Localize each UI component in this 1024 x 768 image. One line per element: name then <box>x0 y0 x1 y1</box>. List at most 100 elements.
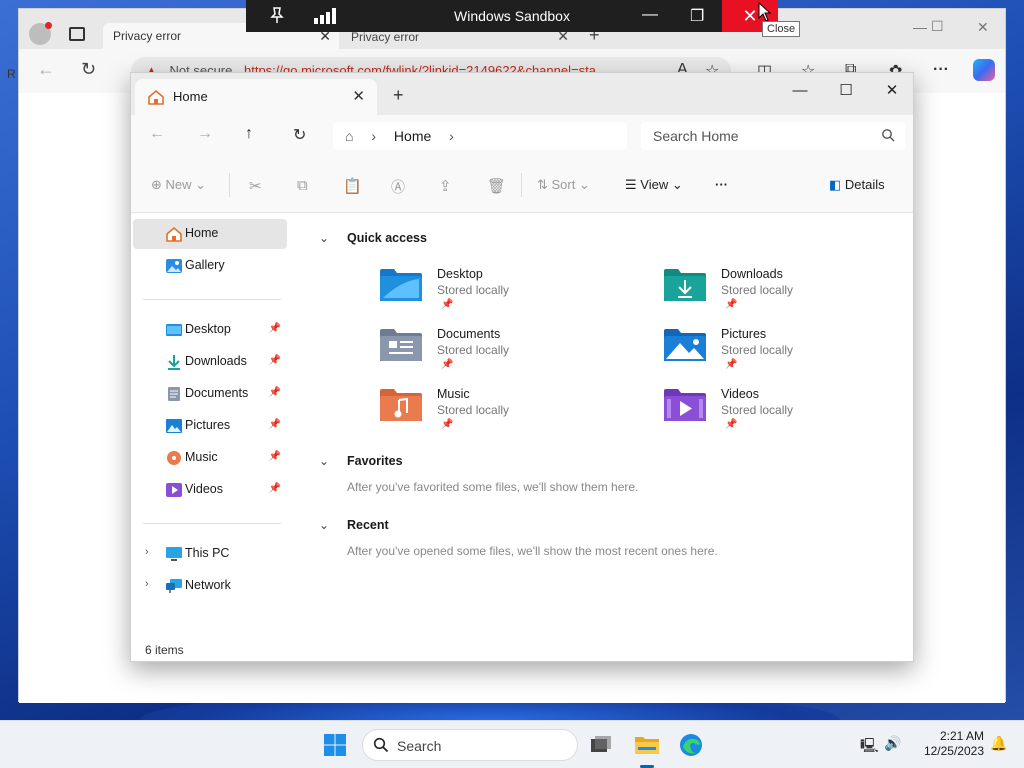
pin-icon: 📌 <box>441 359 454 370</box>
videos-folder-icon <box>166 483 182 497</box>
sidebar-item-downloads[interactable]: Downloads 📌 <box>133 347 287 377</box>
sidebar-item-videos[interactable]: Videos 📌 <box>133 475 287 505</box>
sidebar-item-music[interactable]: Music 📌 <box>133 443 287 473</box>
favorites-title: Favorites <box>347 454 403 468</box>
browser-maximize-icon[interactable]: ☐ <box>931 18 944 35</box>
search-input[interactable]: Search Home <box>641 122 905 150</box>
this-pc-icon <box>166 547 182 561</box>
view-button[interactable]: ☰ View ⌄ <box>625 177 683 193</box>
pin-icon[interactable]: 📌 <box>269 451 281 462</box>
quick-access-item-desktop[interactable]: Desktop Stored locally 📌 <box>379 267 639 321</box>
left-edge-letter: R <box>7 67 16 81</box>
quick-access-item-music[interactable]: Music Stored locally 📌 <box>379 387 639 441</box>
minimize-button[interactable]: — <box>777 77 823 105</box>
chevron-down-icon[interactable]: ⌄ <box>319 231 333 245</box>
chevron-down-icon[interactable]: ⌄ <box>319 454 333 468</box>
pin-icon[interactable]: 📌 <box>269 483 281 494</box>
favorites-header[interactable]: ⌄ Favorites <box>319 454 403 468</box>
chevron-down-icon[interactable]: ⌄ <box>319 518 333 532</box>
home-breadcrumb-icon[interactable]: ⌂ <box>345 128 353 144</box>
sort-button[interactable]: ⇅ Sort ⌄ <box>537 177 590 193</box>
task-view-icon[interactable] <box>588 733 614 757</box>
item-name: Music <box>437 387 470 401</box>
sidebar-label: This PC <box>185 546 230 560</box>
up-arrow-icon[interactable]: ↑ <box>245 125 253 143</box>
taskbar-search-box[interactable]: Search <box>362 729 578 761</box>
cut-icon[interactable]: ✂ <box>249 177 262 195</box>
copilot-icon[interactable] <box>973 59 995 81</box>
explorer-navbar: ← → ↑ ↻ ⌂ › Home › Search Home <box>131 115 913 157</box>
see-more-button[interactable]: ··· <box>715 177 728 192</box>
taskbar-clock[interactable]: 2:21 AM 12/25/2023 <box>904 729 984 759</box>
new-tab-button[interactable]: + <box>393 85 404 106</box>
pin-icon[interactable]: 📌 <box>269 355 281 366</box>
pin-icon[interactable]: 📌 <box>269 419 281 430</box>
quick-access-item-videos[interactable]: Videos Stored locally 📌 <box>663 387 923 441</box>
windows-start-icon[interactable] <box>323 733 347 757</box>
sidebar-item-network[interactable]: › Network <box>133 571 287 601</box>
new-button[interactable]: ⊕ New ⌄ <box>151 177 206 193</box>
sidebar-item-home[interactable]: Home <box>133 219 287 249</box>
view-label: View <box>640 177 669 192</box>
back-arrow-icon[interactable]: ← <box>37 59 55 80</box>
quick-access-header[interactable]: ⌄ Quick access <box>319 231 427 245</box>
search-icon <box>373 737 389 753</box>
pin-icon[interactable]: 📌 <box>269 387 281 398</box>
pin-icon: 📌 <box>441 299 454 310</box>
music-folder-icon <box>167 451 181 465</box>
pin-icon: 📌 <box>441 419 454 430</box>
browser-close-icon[interactable]: ✕ <box>977 19 989 36</box>
tab-actions-icon[interactable] <box>69 27 85 41</box>
sidebar-item-this-pc[interactable]: › This PC <box>133 539 287 569</box>
pin-icon[interactable]: 📌 <box>269 323 281 334</box>
notification-bell-icon[interactable]: 🔔 <box>990 735 1007 752</box>
quick-access-item-pictures[interactable]: Pictures Stored locally 📌 <box>663 327 923 381</box>
refresh-icon[interactable]: ↻ <box>81 59 96 80</box>
forward-arrow-icon[interactable]: → <box>197 125 213 143</box>
quick-access-item-documents[interactable]: Documents Stored locally 📌 <box>379 327 639 381</box>
refresh-icon[interactable]: ↻ <box>293 125 306 145</box>
sidebar-item-gallery[interactable]: Gallery <box>133 251 287 281</box>
quick-access-item-downloads[interactable]: Downloads Stored locally 📌 <box>663 267 923 321</box>
address-breadcrumb[interactable]: ⌂ › Home › <box>333 122 627 150</box>
sidebar-item-documents[interactable]: Documents 📌 <box>133 379 287 409</box>
delete-icon[interactable]: 🗑 <box>487 177 506 195</box>
sandbox-minimize-icon[interactable]: — <box>642 6 658 24</box>
browser-minimize-icon[interactable]: — <box>913 19 927 35</box>
close-tab-icon[interactable]: ✕ <box>352 87 365 105</box>
settings-more-icon[interactable]: ··· <box>933 61 949 79</box>
item-sub: Stored locally <box>437 403 510 417</box>
clock-time: 2:21 AM <box>939 729 984 743</box>
file-explorer-taskbar-icon[interactable] <box>634 733 660 757</box>
sandbox-restore-icon[interactable]: ❐ <box>690 6 704 26</box>
pin-icon: 📌 <box>725 419 738 430</box>
chevron-right-icon[interactable]: › <box>145 546 149 558</box>
breadcrumb-home[interactable]: Home <box>394 128 431 144</box>
pen-display-icon[interactable]: 🖳 <box>860 735 879 759</box>
back-arrow-icon[interactable]: ← <box>149 125 165 143</box>
share-icon[interactable]: ⇪ <box>439 177 452 195</box>
details-button[interactable]: ◧ Details <box>829 177 885 193</box>
browser-tab-title-2: Privacy error <box>351 30 420 44</box>
gallery-icon <box>166 259 182 273</box>
close-button[interactable]: ✕ <box>869 77 915 105</box>
sidebar-item-pictures[interactable]: Pictures 📌 <box>133 411 287 441</box>
volume-icon[interactable]: 🔊 <box>884 735 901 752</box>
chevron-right-icon[interactable]: › <box>145 578 149 590</box>
details-pane-icon: ◧ <box>829 177 842 192</box>
item-sub: Stored locally <box>437 283 510 297</box>
paste-icon[interactable]: 📋 <box>343 177 362 195</box>
explorer-tab-home[interactable]: Home ✕ <box>135 79 377 115</box>
rename-icon[interactable]: Ⓐ <box>391 177 405 197</box>
chevron-right-icon[interactable]: › <box>449 128 454 144</box>
maximize-button[interactable]: ☐ <box>823 77 869 105</box>
sidebar-item-desktop[interactable]: Desktop 📌 <box>133 315 287 345</box>
copy-icon[interactable]: ⧉ <box>297 177 308 194</box>
home-icon <box>148 89 164 105</box>
edge-browser-icon[interactable] <box>678 733 704 757</box>
sidebar-divider <box>143 523 281 524</box>
recent-header[interactable]: ⌄ Recent <box>319 518 389 532</box>
mouse-cursor-icon <box>758 2 772 22</box>
item-sub: Stored locally <box>437 343 510 357</box>
desktop-folder-icon <box>380 269 422 301</box>
